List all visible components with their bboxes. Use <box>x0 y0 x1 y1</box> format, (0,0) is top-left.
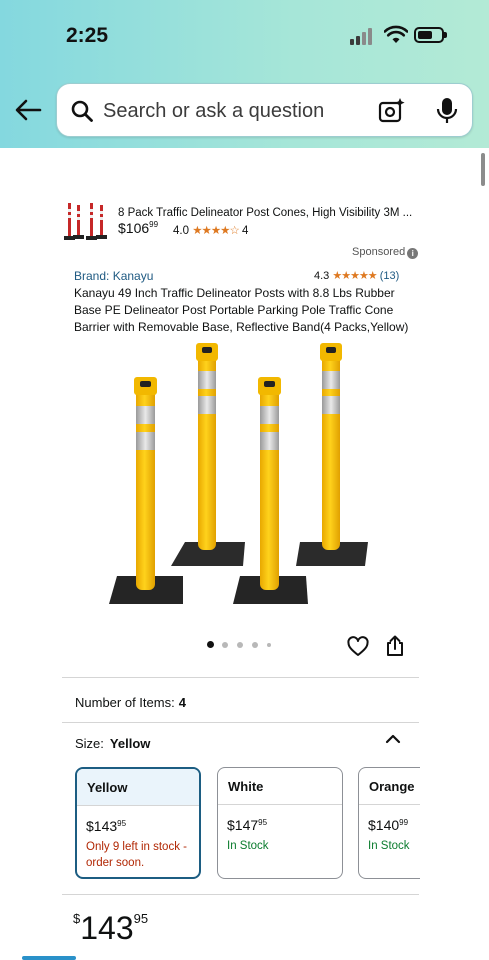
size-option-name: Yellow <box>77 769 199 806</box>
carousel-dot[interactable] <box>267 643 271 647</box>
brand-link[interactable]: Brand: Kanayu <box>74 269 153 283</box>
ad-price: $10699 <box>118 220 158 236</box>
size-option-stock: In Stock <box>227 840 269 852</box>
share-icon[interactable] <box>385 635 405 657</box>
number-of-items-label: Number of Items: <box>75 695 175 710</box>
product-star-rating: ★★★★★ <box>332 270 377 282</box>
carousel-dot[interactable] <box>207 641 214 648</box>
size-label: Size: <box>75 736 104 751</box>
size-option-white[interactable]: White $14795 In Stock <box>217 767 343 879</box>
size-value: Yellow <box>109 736 151 751</box>
ad-title[interactable]: 8 Pack Traffic Delineator Post Cones, Hi… <box>118 207 412 219</box>
microphone-icon[interactable] <box>435 97 459 125</box>
size-option-name: White <box>218 768 342 805</box>
status-time: 2:25 <box>66 24 109 47</box>
search-input[interactable]: Search or ask a question <box>103 100 324 123</box>
size-option-price-whole: $140 <box>368 817 400 833</box>
divider <box>62 894 419 895</box>
ad-price-whole: $106 <box>118 220 150 236</box>
number-of-items-value: 4 <box>178 695 186 710</box>
product-rating-value: 4.3 <box>314 270 330 282</box>
sponsored-label[interactable]: Sponsored i <box>352 246 419 259</box>
size-option-stock: Only 9 left in stock - order soon. <box>86 841 187 869</box>
wifi-icon <box>384 25 408 43</box>
product-image[interactable] <box>100 338 390 610</box>
sponsored-text: Sponsored <box>352 246 406 258</box>
bottom-accent-bar <box>22 956 76 960</box>
price-fraction: 95 <box>133 911 149 926</box>
divider <box>62 677 419 678</box>
carousel-dot[interactable] <box>222 642 228 648</box>
search-icon <box>71 100 93 122</box>
ad-price-fraction: 99 <box>149 220 159 229</box>
number-of-items: Number of Items: 4 <box>75 695 186 710</box>
info-icon[interactable]: i <box>407 248 419 259</box>
carousel-dot[interactable] <box>237 642 243 648</box>
ad-star-rating: ★★★★☆ <box>192 225 240 237</box>
product-price: $14395 <box>73 910 148 947</box>
size-option-yellow[interactable]: Yellow $14395 Only 9 left in stock - ord… <box>75 767 201 879</box>
size-option-stock: In Stock <box>368 840 410 852</box>
app-header: 2:25 Search or ask a question <box>0 0 489 148</box>
heart-icon[interactable] <box>347 636 369 658</box>
ad-review-count: 4 <box>241 225 249 237</box>
ad-thumbnail-image[interactable] <box>62 200 110 242</box>
ad-rating-value: 4.0 <box>173 225 189 237</box>
size-option-price-whole: $147 <box>227 817 259 833</box>
size-option-name: Orange <box>359 768 420 805</box>
price-whole: 143 <box>80 910 134 946</box>
size-option-price: $14395 <box>86 818 126 834</box>
size-option-price: $14099 <box>368 817 408 833</box>
size-selector-header[interactable]: Size: Yellow <box>75 736 150 751</box>
cellular-signal-icon <box>350 27 376 45</box>
scrollbar[interactable] <box>481 153 485 186</box>
size-option-price-fraction: 99 <box>399 818 409 827</box>
ad-rating: 4.0 ★★★★☆ 4 <box>173 223 248 237</box>
size-option-orange[interactable]: Orange $14099 In Stock <box>358 767 420 879</box>
size-option-price: $14795 <box>227 817 267 833</box>
search-bar[interactable]: Search or ask a question <box>56 83 473 137</box>
battery-icon <box>414 27 447 43</box>
divider <box>62 722 419 723</box>
chevron-up-icon[interactable] <box>385 733 401 745</box>
size-option-price-fraction: 95 <box>117 819 127 828</box>
product-rating[interactable]: 4.3 ★★★★★ (13) <box>314 269 399 282</box>
camera-icon[interactable] <box>378 97 406 125</box>
back-arrow-icon[interactable] <box>12 94 44 126</box>
product-title: Kanayu 49 Inch Traffic Delineator Posts … <box>74 286 409 334</box>
size-option-price-whole: $143 <box>86 818 118 834</box>
carousel-dot[interactable] <box>252 642 258 648</box>
product-review-count[interactable]: (13) <box>380 270 400 282</box>
size-option-price-fraction: 95 <box>258 818 268 827</box>
